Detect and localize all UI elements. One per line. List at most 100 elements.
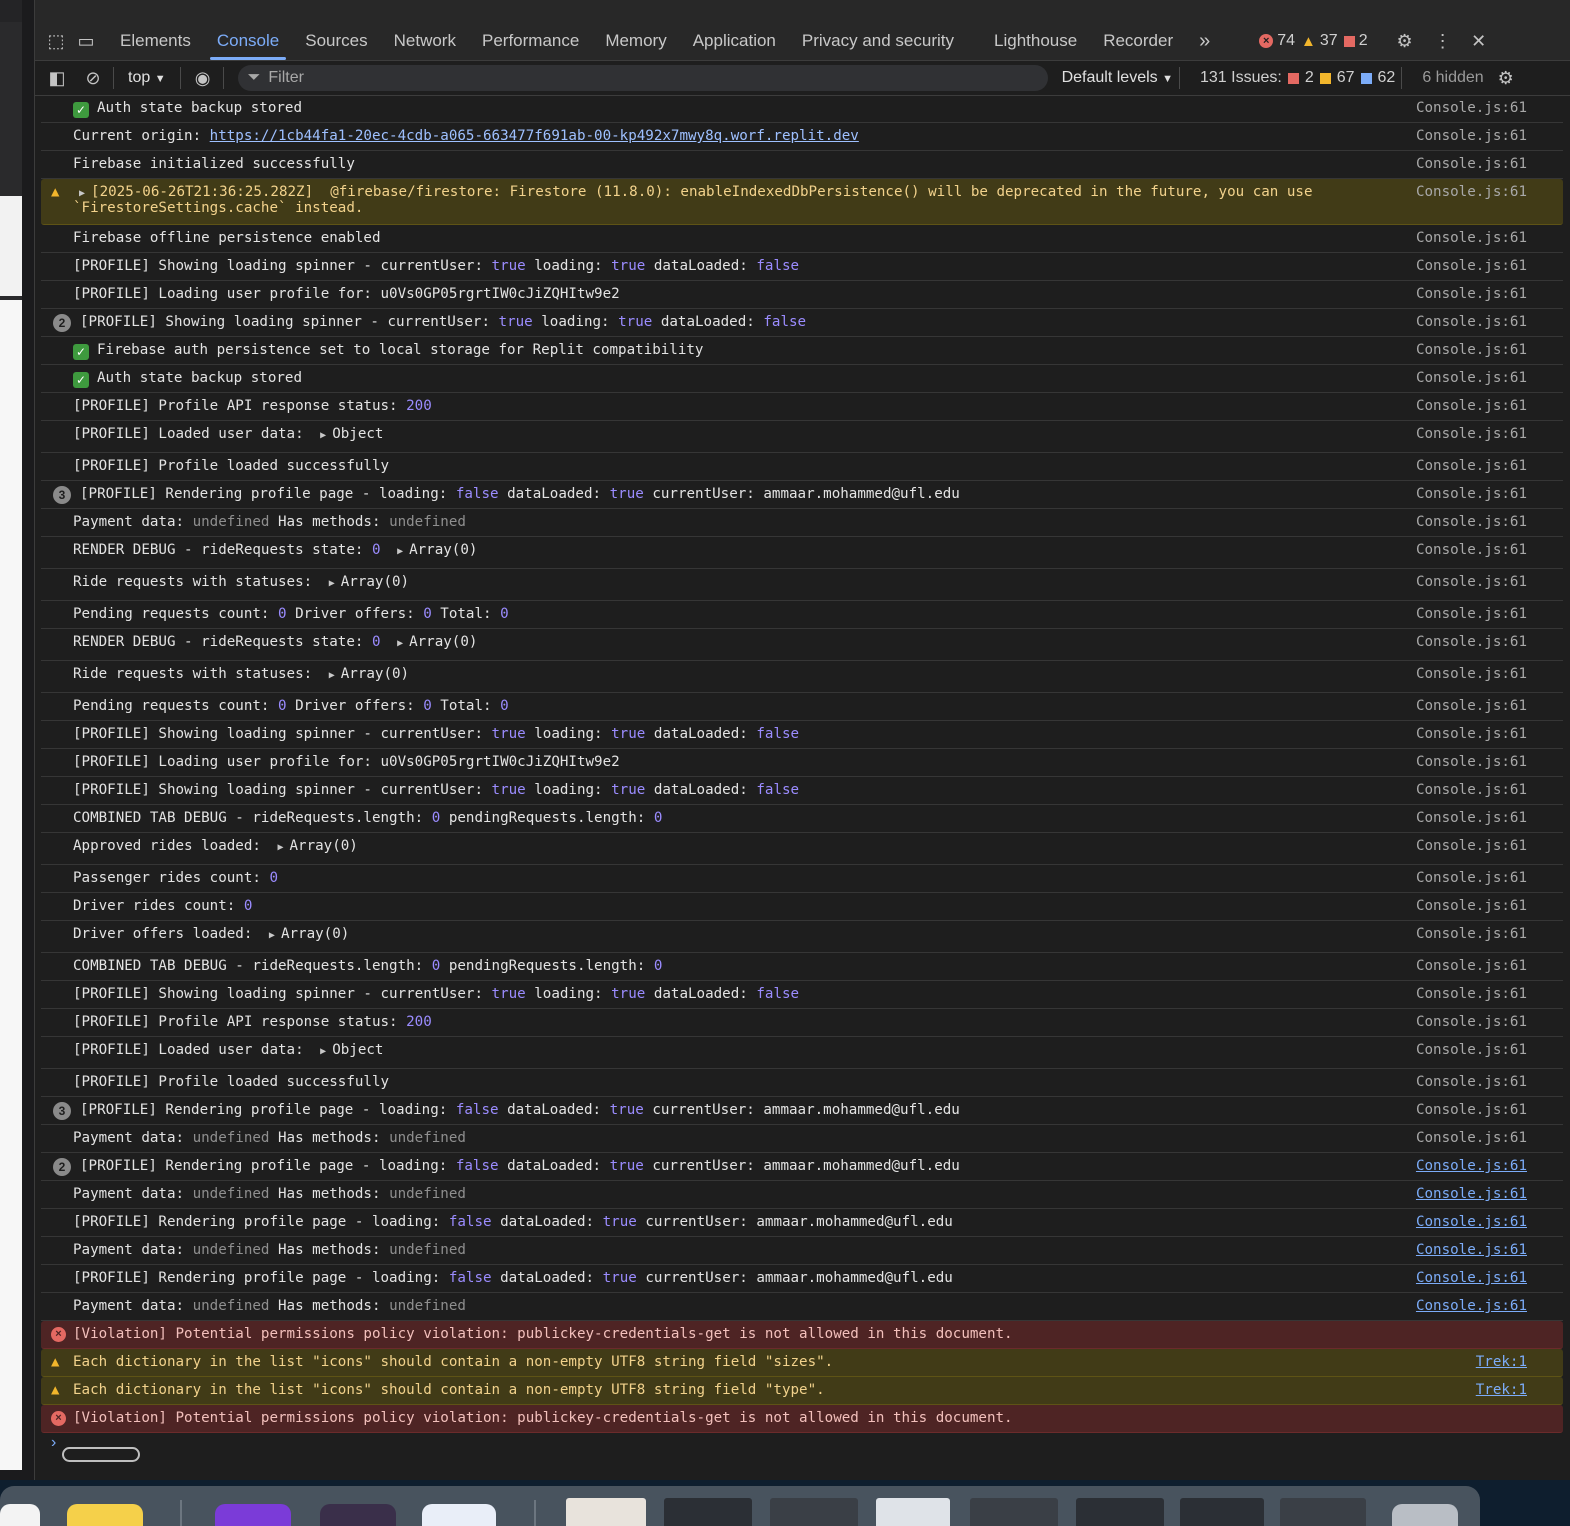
source-link[interactable]: Console.js:61 bbox=[1416, 726, 1527, 742]
tab-privacy-and-security[interactable]: Privacy and security bbox=[789, 22, 967, 60]
error-counter[interactable]: × 74 bbox=[1259, 32, 1295, 50]
source-link[interactable]: Console.js:61 bbox=[1416, 370, 1527, 386]
source-link[interactable]: Console.js:61 bbox=[1416, 314, 1527, 330]
sidebar-toggle-icon[interactable]: ◧ bbox=[43, 64, 71, 92]
filter-input[interactable]: ⏷ Filter bbox=[237, 65, 1048, 91]
source-link[interactable]: Console.js:61 bbox=[1416, 1242, 1527, 1258]
source-link[interactable]: Console.js:61 bbox=[1416, 838, 1527, 854]
horizontal-scrollbar[interactable] bbox=[62, 1447, 140, 1462]
source-link[interactable]: Console.js:61 bbox=[1416, 986, 1527, 1002]
dock-notes-icon[interactable] bbox=[67, 1504, 143, 1526]
source-link[interactable]: Console.js:61 bbox=[1416, 926, 1527, 942]
issues-summary[interactable]: 131 Issues: 2 67 62 bbox=[1200, 69, 1395, 87]
tab-lighthouse[interactable]: Lighthouse bbox=[981, 22, 1090, 60]
source-link[interactable]: Console.js:61 bbox=[1416, 542, 1527, 558]
log-levels-dropdown[interactable]: Default levels ▼ bbox=[1062, 69, 1173, 87]
inspect-element-icon[interactable]: ⬚ bbox=[43, 28, 69, 54]
expand-triangle-icon[interactable]: ▶ bbox=[277, 842, 283, 853]
dock-window-thumbnail[interactable] bbox=[664, 1498, 752, 1526]
source-link[interactable]: Console.js:61 bbox=[1416, 634, 1527, 650]
source-link[interactable]: Console.js:61 bbox=[1416, 1270, 1527, 1286]
source-link[interactable]: Console.js:61 bbox=[1416, 156, 1527, 172]
clear-console-icon[interactable]: ⊘ bbox=[79, 64, 107, 92]
expand-triangle-icon[interactable]: ▶ bbox=[397, 546, 403, 557]
boolean-value: true bbox=[611, 986, 646, 1002]
source-link[interactable]: Console.js:61 bbox=[1416, 666, 1527, 682]
source-link[interactable]: Console.js:61 bbox=[1416, 1130, 1527, 1146]
source-link[interactable]: Console.js:61 bbox=[1416, 810, 1527, 826]
tab-recorder[interactable]: Recorder bbox=[1090, 22, 1186, 60]
dock-trash-icon[interactable] bbox=[1392, 1504, 1458, 1526]
device-toolbar-icon[interactable]: ▭ bbox=[73, 28, 99, 54]
dock-window-thumbnail[interactable] bbox=[876, 1498, 950, 1526]
source-link[interactable]: Console.js:61 bbox=[1416, 958, 1527, 974]
settings-gear-icon[interactable]: ⚙ bbox=[1392, 28, 1418, 54]
source-link[interactable]: Console.js:61 bbox=[1416, 258, 1527, 274]
source-link[interactable]: Console.js:61 bbox=[1416, 128, 1527, 144]
more-tabs-icon[interactable]: » bbox=[1186, 22, 1223, 60]
tab-elements[interactable]: Elements bbox=[107, 22, 204, 60]
source-link[interactable]: Console.js:61 bbox=[1416, 1014, 1527, 1030]
origin-url-link[interactable]: https://1cb44fa1-20ec-4cdb-a065-663477f6… bbox=[210, 128, 859, 144]
tab-console[interactable]: Console bbox=[204, 22, 292, 60]
expand-triangle-icon[interactable]: ▶ bbox=[320, 430, 326, 441]
source-link[interactable]: Console.js:61 bbox=[1416, 1298, 1527, 1314]
source-link[interactable]: Console.js:61 bbox=[1416, 398, 1527, 414]
source-link[interactable]: Console.js:61 bbox=[1416, 754, 1527, 770]
source-link[interactable]: Console.js:61 bbox=[1416, 230, 1527, 246]
source-link[interactable]: Trek:1 bbox=[1476, 1354, 1527, 1370]
source-link[interactable]: Console.js:61 bbox=[1416, 782, 1527, 798]
dock-window-thumbnail[interactable] bbox=[1180, 1498, 1264, 1526]
dock-window-thumbnail[interactable] bbox=[970, 1498, 1058, 1526]
expand-triangle-icon[interactable]: ▶ bbox=[269, 930, 275, 941]
source-link[interactable]: Console.js:61 bbox=[1416, 1042, 1527, 1058]
dock-window-thumbnail[interactable] bbox=[770, 1498, 858, 1526]
source-link[interactable]: Console.js:61 bbox=[1416, 426, 1527, 442]
live-expression-eye-icon[interactable]: ◉ bbox=[189, 64, 217, 92]
dock-app-icon[interactable] bbox=[215, 1504, 291, 1526]
source-link[interactable]: Trek:1 bbox=[1476, 1382, 1527, 1398]
source-link[interactable]: Console.js:61 bbox=[1416, 286, 1527, 302]
source-link[interactable]: Console.js:61 bbox=[1416, 100, 1527, 116]
dock-window-thumbnail[interactable] bbox=[1280, 1498, 1366, 1526]
expand-triangle-icon[interactable]: ▶ bbox=[320, 1046, 326, 1057]
issues-counter[interactable]: 2 bbox=[1343, 32, 1368, 50]
source-link[interactable]: Console.js:61 bbox=[1416, 898, 1527, 914]
tab-sources[interactable]: Sources bbox=[292, 22, 380, 60]
source-link[interactable]: Console.js:61 bbox=[1416, 184, 1527, 200]
tab-network[interactable]: Network bbox=[381, 22, 469, 60]
source-link[interactable]: Console.js:61 bbox=[1416, 698, 1527, 714]
console-messages: ✓ Auth state backup stored Console.js:61 Cu… bbox=[35, 95, 1570, 1480]
hidden-messages-count[interactable]: 6 hidden bbox=[1422, 69, 1483, 87]
close-icon[interactable]: ✕ bbox=[1466, 28, 1492, 54]
source-link[interactable]: Console.js:61 bbox=[1416, 1102, 1527, 1118]
dock-app-icon[interactable] bbox=[422, 1504, 496, 1526]
source-link[interactable]: Console.js:61 bbox=[1416, 514, 1527, 530]
dock-window-thumbnail[interactable] bbox=[1076, 1498, 1164, 1526]
source-link[interactable]: Console.js:61 bbox=[1416, 1158, 1527, 1174]
warning-counter[interactable]: ▲ 37 bbox=[1301, 32, 1338, 50]
source-link[interactable]: Console.js:61 bbox=[1416, 574, 1527, 590]
context-selector[interactable]: top ▼ bbox=[120, 69, 174, 87]
dock-app-icon[interactable] bbox=[320, 1504, 396, 1526]
tab-memory[interactable]: Memory bbox=[592, 22, 679, 60]
source-link[interactable]: Console.js:61 bbox=[1416, 1214, 1527, 1230]
expand-triangle-icon[interactable]: ▶ bbox=[397, 638, 403, 649]
tab-performance[interactable]: Performance bbox=[469, 22, 592, 60]
source-link[interactable]: Console.js:61 bbox=[1416, 870, 1527, 886]
expand-triangle-icon[interactable]: ▶ bbox=[79, 188, 85, 199]
source-link[interactable]: Console.js:61 bbox=[1416, 1074, 1527, 1090]
source-link[interactable]: Console.js:61 bbox=[1416, 458, 1527, 474]
dock-app-icon[interactable] bbox=[0, 1504, 40, 1526]
console-prompt[interactable]: › bbox=[51, 1434, 56, 1452]
console-settings-gear-icon[interactable]: ⚙ bbox=[1492, 64, 1520, 92]
expand-triangle-icon[interactable]: ▶ bbox=[329, 578, 335, 589]
dock-window-thumbnail[interactable] bbox=[566, 1498, 646, 1526]
source-link[interactable]: Console.js:61 bbox=[1416, 1186, 1527, 1202]
source-link[interactable]: Console.js:61 bbox=[1416, 342, 1527, 358]
more-options-icon[interactable]: ⋮ bbox=[1430, 28, 1456, 54]
source-link[interactable]: Console.js:61 bbox=[1416, 486, 1527, 502]
tab-application[interactable]: Application bbox=[680, 22, 789, 60]
expand-triangle-icon[interactable]: ▶ bbox=[329, 670, 335, 681]
source-link[interactable]: Console.js:61 bbox=[1416, 606, 1527, 622]
